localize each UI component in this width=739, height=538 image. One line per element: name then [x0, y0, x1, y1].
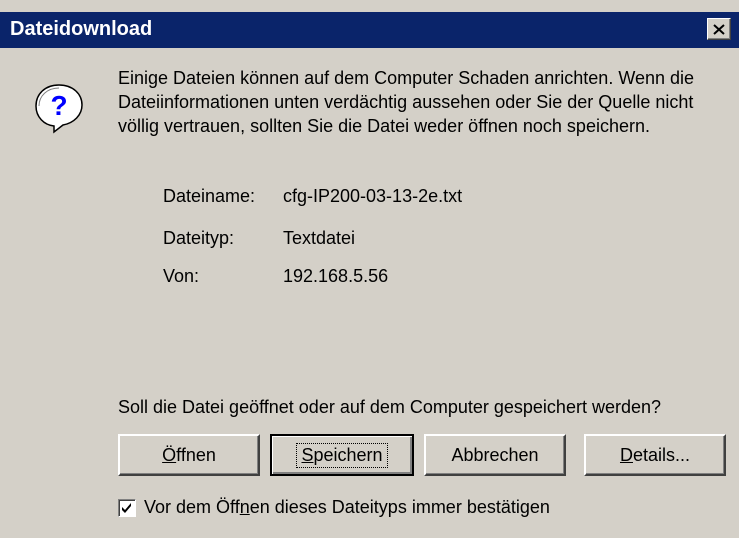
- title-bar[interactable]: Dateidownload: [0, 12, 739, 48]
- filetype-value: Textdatei: [283, 228, 356, 248]
- window-title: Dateidownload: [10, 18, 153, 40]
- details-button[interactable]: Details...: [584, 434, 726, 476]
- filename-label: Dateiname:: [163, 186, 256, 206]
- open-button[interactable]: Öffnen: [118, 434, 260, 476]
- details-button-label: Details...: [619, 444, 691, 465]
- source-label: Von:: [163, 266, 200, 286]
- source-value: 192.168.5.56: [283, 266, 389, 286]
- question-icon: ?: [35, 84, 83, 134]
- always-confirm-checkbox[interactable]: [118, 499, 136, 517]
- save-button-label: Speichern: [296, 442, 388, 468]
- warning-text: Einige Dateien können auf dem Computer S…: [118, 68, 695, 136]
- question-text: Soll die Datei geöffnet oder auf dem Com…: [118, 397, 661, 417]
- always-confirm-label[interactable]: Vor dem Öffnen dieses Dateityps immer be…: [144, 497, 550, 518]
- save-button[interactable]: Speichern: [270, 434, 414, 476]
- cancel-button-label: Abbrechen: [451, 444, 539, 465]
- checkmark-icon: [122, 503, 131, 513]
- filetype-label: Dateityp:: [163, 228, 235, 248]
- file-download-dialog: Dateidownload ? Einige Dateien können au…: [0, 0, 739, 538]
- svg-text:?: ?: [50, 90, 67, 121]
- close-button[interactable]: [707, 18, 731, 40]
- open-button-label: Öffnen: [162, 444, 216, 465]
- cancel-button[interactable]: Abbrechen: [424, 434, 566, 476]
- filename-value: cfg-IP200-03-13-2e.txt: [283, 186, 463, 206]
- close-icon: [713, 23, 725, 35]
